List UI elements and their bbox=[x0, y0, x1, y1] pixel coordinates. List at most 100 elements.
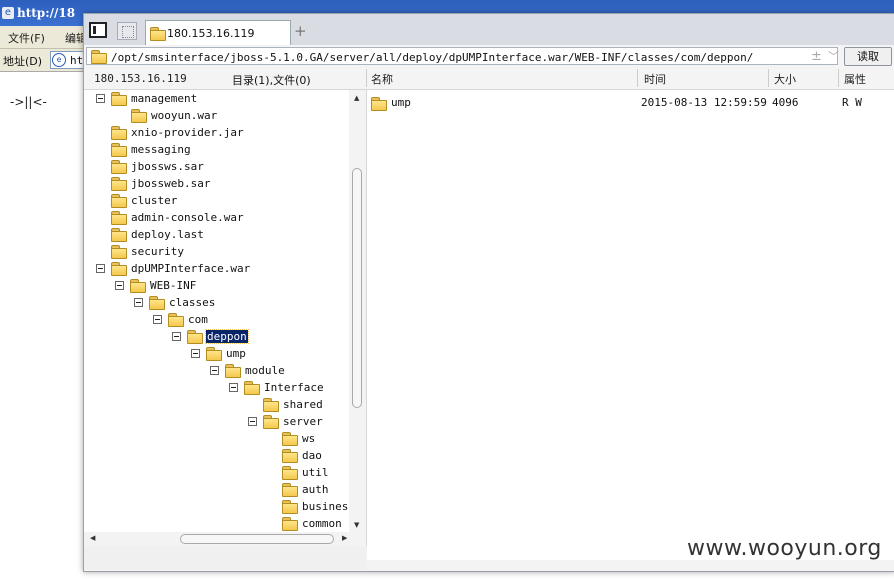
bookmark-add-button[interactable]: ± bbox=[811, 49, 822, 64]
file-name: ump bbox=[391, 96, 411, 109]
folder-icon bbox=[282, 483, 298, 497]
scroll-up-icon[interactable]: ▲ bbox=[354, 94, 359, 102]
path-bar: /opt/smsinterface/jboss-5.1.0.GA/server/… bbox=[84, 45, 894, 67]
window-mode-icon[interactable] bbox=[117, 22, 137, 40]
folder-icon bbox=[150, 27, 166, 41]
folder-icon bbox=[225, 364, 241, 378]
path-text: /opt/smsinterface/jboss-5.1.0.GA/server/… bbox=[111, 51, 754, 64]
tree-item-label: server bbox=[283, 415, 323, 428]
file-list: ump 2015-08-13 12:59:59 4096 R W bbox=[367, 90, 894, 560]
column-header-size[interactable]: 大小 bbox=[774, 71, 796, 87]
folder-icon bbox=[168, 313, 184, 327]
tree-item-label: jbossws.sar bbox=[131, 160, 204, 173]
tree-item-label: wooyun.war bbox=[151, 109, 218, 122]
tree-item-label: messaging bbox=[131, 143, 191, 156]
scroll-right-icon[interactable]: ▶ bbox=[342, 534, 347, 542]
tab-bar: 180.153.16.119 + bbox=[84, 14, 894, 46]
column-divider bbox=[366, 69, 367, 87]
tab-host[interactable]: 180.153.16.119 bbox=[145, 20, 291, 45]
file-size: 4096 bbox=[772, 96, 799, 109]
scroll-thumb[interactable] bbox=[352, 168, 362, 408]
path-input[interactable]: /opt/smsinterface/jboss-5.1.0.GA/server/… bbox=[86, 47, 839, 65]
column-header-name[interactable]: 名称 bbox=[371, 71, 393, 87]
collapse-icon[interactable] bbox=[191, 349, 200, 358]
tab-label: 180.153.16.119 bbox=[167, 27, 255, 40]
folder-icon bbox=[206, 347, 222, 361]
folder-icon bbox=[263, 415, 279, 429]
tree-item-label: shared bbox=[283, 398, 323, 411]
folder-icon bbox=[111, 126, 127, 140]
collapse-icon[interactable] bbox=[229, 383, 238, 392]
tree-item-label: WEB-INF bbox=[150, 279, 197, 292]
folder-icon bbox=[111, 245, 127, 259]
column-divider[interactable] bbox=[768, 69, 769, 87]
folder-icon bbox=[111, 262, 127, 276]
folder-icon bbox=[282, 432, 298, 446]
page-icon: e bbox=[52, 53, 66, 67]
file-row[interactable]: ump 2015-08-13 12:59:59 4096 R W bbox=[367, 94, 894, 112]
watermark: www.wooyun.org bbox=[687, 536, 882, 561]
tree-item-label: deppon bbox=[205, 329, 249, 344]
tree-item-label: business bbox=[302, 500, 355, 513]
folder-icon bbox=[130, 279, 146, 293]
folder-icon bbox=[111, 177, 127, 191]
tree-horizontal-scrollbar[interactable]: ◀ ▶ bbox=[84, 532, 366, 546]
collapse-icon[interactable] bbox=[248, 417, 257, 426]
item-count: 目录(1),文件(0) bbox=[232, 74, 311, 87]
folder-icon bbox=[111, 160, 127, 174]
read-button[interactable]: 读取 bbox=[844, 47, 892, 66]
folder-icon bbox=[131, 109, 147, 123]
tree-item-label: com bbox=[188, 313, 208, 326]
folder-icon bbox=[187, 330, 203, 344]
tree-vertical-scrollbar[interactable]: ▲ ▼ bbox=[349, 90, 366, 532]
tree-item-label: admin-console.war bbox=[131, 211, 244, 224]
file-time: 2015-08-13 12:59:59 bbox=[641, 96, 767, 109]
folder-icon bbox=[244, 381, 260, 395]
ie-icon: e bbox=[2, 7, 14, 19]
tree-item-label: Interface bbox=[264, 381, 324, 394]
folder-icon bbox=[149, 296, 165, 310]
browser-title: http://18 bbox=[17, 6, 76, 20]
chevron-down-icon[interactable]: ﹀ bbox=[828, 48, 839, 64]
tree-item-label: xnio-provider.jar bbox=[131, 126, 244, 139]
file-attr: R W bbox=[842, 96, 862, 109]
toggle-sidebar-icon[interactable] bbox=[89, 22, 107, 38]
add-tab-button[interactable]: + bbox=[294, 22, 307, 40]
scroll-left-icon[interactable]: ◀ bbox=[90, 534, 95, 542]
collapse-icon[interactable] bbox=[115, 281, 124, 290]
address-label: 地址(D) bbox=[3, 55, 43, 68]
column-divider[interactable] bbox=[838, 69, 839, 87]
tree-item-label: security bbox=[131, 245, 184, 258]
collapse-icon[interactable] bbox=[210, 366, 219, 375]
collapse-icon[interactable] bbox=[134, 298, 143, 307]
folder-icon bbox=[111, 194, 127, 208]
column-header-attr[interactable]: 属性 bbox=[844, 71, 866, 87]
collapse-icon[interactable] bbox=[96, 94, 105, 103]
tree-item-label: ump bbox=[226, 347, 246, 360]
column-divider[interactable] bbox=[637, 69, 638, 87]
folder-icon bbox=[282, 500, 298, 514]
page-text: ->||<- bbox=[10, 95, 47, 109]
directory-tree: management wooyun.war xnio-provider.jar … bbox=[84, 90, 367, 546]
column-header-time[interactable]: 时间 bbox=[644, 71, 666, 87]
collapse-icon[interactable] bbox=[153, 315, 162, 324]
tree-item-label: util bbox=[302, 466, 329, 479]
folder-icon bbox=[263, 398, 279, 412]
tree-item-label: dpUMPInterface.war bbox=[131, 262, 251, 275]
tree-item-label: classes bbox=[169, 296, 216, 309]
tree-item-label: common bbox=[302, 517, 342, 530]
folder-icon bbox=[111, 143, 127, 157]
folder-icon bbox=[282, 466, 298, 480]
menu-file[interactable]: 文件(F) bbox=[8, 30, 45, 46]
folder-icon bbox=[91, 50, 107, 64]
list-header: 180.153.16.119 目录(1),文件(0) 名称 时间 大小 属性 bbox=[84, 68, 894, 90]
tree-item-label: management bbox=[131, 92, 198, 105]
collapse-icon[interactable] bbox=[96, 264, 105, 273]
collapse-icon[interactable] bbox=[172, 332, 181, 341]
folder-icon bbox=[282, 449, 298, 463]
folder-icon bbox=[282, 517, 298, 531]
tree-item-label: dao bbox=[302, 449, 322, 462]
address-value: ht bbox=[70, 54, 84, 67]
scroll-thumb[interactable] bbox=[180, 534, 334, 544]
scroll-down-icon[interactable]: ▼ bbox=[354, 521, 359, 529]
